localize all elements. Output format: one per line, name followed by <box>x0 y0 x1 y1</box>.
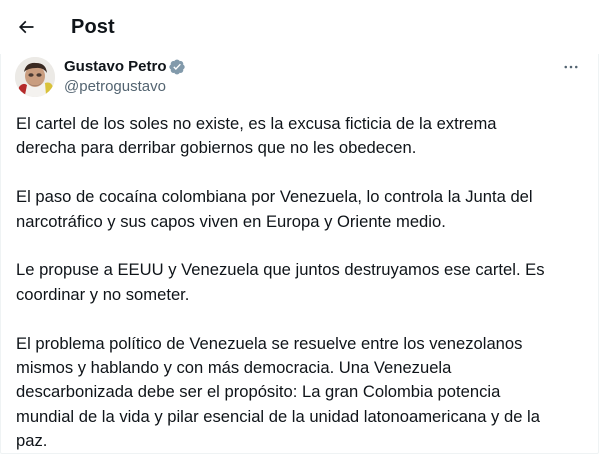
more-options-icon <box>564 65 578 69</box>
post-paragraph: El problema político de Venezuela se res… <box>16 332 586 454</box>
post-line: coordinar y no someter. <box>16 284 190 304</box>
post-line: Le propuse a EEUU y Venezuela que juntos… <box>16 260 545 280</box>
verified-badge-icon <box>168 58 186 76</box>
back-button[interactable] <box>8 9 44 45</box>
post-paragraph: El cartel de los soles no existe, es la … <box>16 112 586 161</box>
post-line: El paso de cocaína colombiana por Venezu… <box>16 187 533 207</box>
post-line: mismos y hablando y con más democracia. … <box>16 358 452 378</box>
top-bar: Post <box>0 0 599 54</box>
post-paragraph: Le propuse a EEUU y Venezuela que juntos… <box>16 258 586 307</box>
author-handle[interactable]: @petrogustavo <box>64 77 166 97</box>
post-line: derecha para derribar gobiernos que no l… <box>16 138 417 158</box>
post-line: paz. <box>16 431 48 451</box>
profile-photo <box>15 57 55 97</box>
back-arrow-icon <box>18 20 34 34</box>
post-paragraph: El paso de cocaína colombiana por Venezu… <box>16 185 586 234</box>
post-line: narcotráfico y sus capos viven en Europa… <box>16 211 446 231</box>
post-line: El problema político de Venezuela se res… <box>16 333 523 353</box>
author-name[interactable]: Gustavo Petro <box>64 57 167 77</box>
avatar[interactable] <box>15 57 55 97</box>
post-line: El cartel de los soles no existe, es la … <box>16 114 497 133</box>
more-options-button[interactable] <box>556 55 586 79</box>
post-line: descarbonizada debe ser el propósito: La… <box>16 382 501 402</box>
post-line: mundial de la vida y pilar esencial de l… <box>16 406 540 426</box>
post-text: El cartel de los soles no existe, es la … <box>16 112 586 454</box>
page-title: Post <box>71 16 115 38</box>
